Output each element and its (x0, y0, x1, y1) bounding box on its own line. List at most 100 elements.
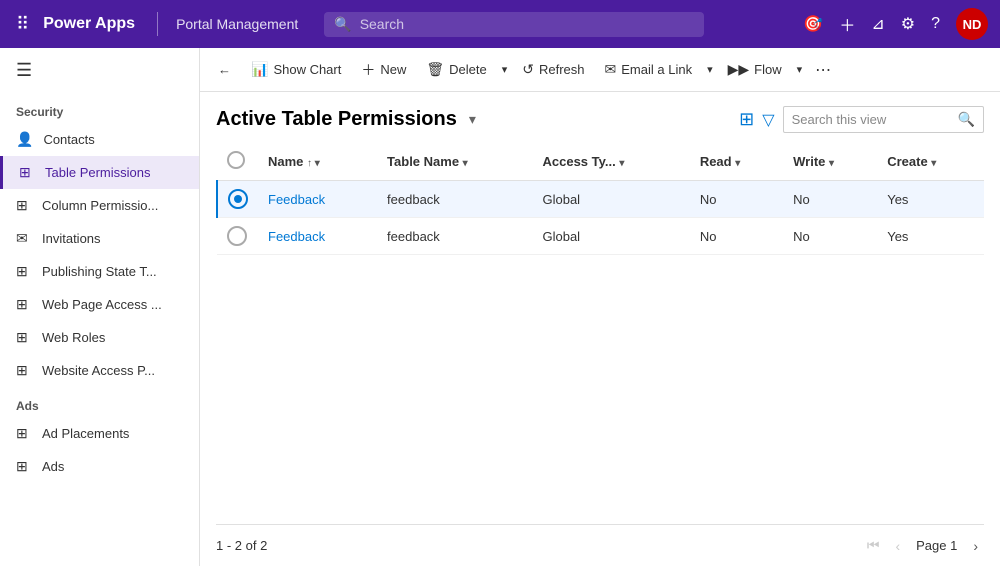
row-create-0: Yes (877, 181, 984, 218)
filter-icon[interactable]: ▽ (762, 110, 774, 130)
toolbar: ← 📊 Show Chart ＋ New 🗑 Delete ▾ ↺ Refres… (200, 48, 1000, 92)
permissions-table: Name ↑ ▾ Table Name ▾ Access Ty... ▾ Rea… (216, 143, 984, 255)
table-body: FeedbackfeedbackGlobalNoNoYesFeedbackfee… (217, 181, 984, 255)
prev-page-btn[interactable]: ‹ (889, 534, 906, 558)
table-row[interactable]: FeedbackfeedbackGlobalNoNoYes (217, 218, 984, 255)
global-search: 🔍 (324, 12, 704, 37)
table-wrapper: Name ↑ ▾ Table Name ▾ Access Ty... ▾ Rea… (216, 143, 984, 524)
table-header-row: Name ↑ ▾ Table Name ▾ Access Ty... ▾ Rea… (217, 143, 984, 181)
view-columns-icon[interactable]: ⊞ (739, 109, 754, 130)
show-chart-button[interactable]: 📊 Show Chart (241, 55, 351, 84)
top-nav: ⠿ Power Apps Portal Management 🔍 🎯 ＋ ⊿ ⚙… (0, 0, 1000, 48)
refresh-button[interactable]: ↺ Refresh (512, 55, 594, 84)
next-page-btn[interactable]: › (967, 534, 984, 558)
title-chevron-icon[interactable]: ▾ (469, 111, 476, 128)
sidebar-item-label-publishing-state: Publishing State T... (42, 264, 157, 279)
table-row[interactable]: FeedbackfeedbackGlobalNoNoYes (217, 181, 984, 218)
sidebar-item-label-contacts: Contacts (43, 132, 94, 147)
content-header: Active Table Permissions ▾ ⊞ ▽ 🔍 (216, 92, 984, 143)
row-access-type-1: Global (532, 218, 689, 255)
ads-icon: ⊞ (16, 458, 32, 475)
chart-icon: 📊 (251, 61, 268, 78)
row-radio-1[interactable] (227, 226, 247, 246)
sidebar-item-web-roles[interactable]: ⊞Web Roles (0, 321, 199, 354)
header-select-all[interactable] (227, 151, 245, 169)
row-name-0: Feedback (258, 181, 377, 218)
page-title: Active Table Permissions (216, 108, 457, 131)
view-search-icon[interactable]: 🔍 (958, 111, 975, 128)
table-permissions-icon: ⊞ (19, 164, 35, 181)
global-search-input[interactable] (360, 16, 695, 32)
new-button[interactable]: ＋ New (351, 54, 416, 86)
avatar[interactable]: ND (956, 8, 988, 40)
pagination-nav: ⏮ ‹ Page 1 › (861, 533, 984, 558)
sidebar-item-label-table-permissions: Table Permissions (45, 165, 151, 180)
delete-dropdown[interactable]: ▾ (497, 57, 513, 82)
app-logo: Power Apps (43, 15, 135, 33)
add-icon[interactable]: ＋ (839, 12, 855, 36)
hamburger-icon[interactable]: ☰ (0, 48, 199, 93)
sidebar-item-column-permissions[interactable]: ⊞Column Permissio... (0, 189, 199, 222)
web-page-access-icon: ⊞ (16, 296, 32, 313)
goal-icon[interactable]: 🎯 (803, 14, 823, 34)
first-page-btn[interactable]: ⏮ (861, 533, 886, 558)
sidebar-item-website-access[interactable]: ⊞Website Access P... (0, 354, 199, 387)
delete-button[interactable]: 🗑 Delete (416, 55, 496, 84)
new-icon: ＋ (361, 60, 375, 80)
access-sort-icon[interactable]: ▾ (619, 158, 624, 169)
row-write-1: No (783, 218, 877, 255)
settings-icon[interactable]: ⚙ (901, 14, 915, 34)
flow-dropdown[interactable]: ▾ (792, 57, 808, 82)
waffle-icon[interactable]: ⠿ (12, 10, 33, 39)
back-button[interactable]: ← (208, 56, 241, 83)
sidebar-item-label-website-access: Website Access P... (42, 363, 155, 378)
table-name-sort-icon[interactable]: ▾ (463, 158, 468, 169)
name-sort-icon[interactable]: ↑ ▾ (307, 158, 320, 169)
write-sort-icon[interactable]: ▾ (829, 158, 834, 169)
row-radio-0[interactable] (228, 189, 248, 209)
sidebar-item-table-permissions[interactable]: ⊞ Table Permissions (0, 156, 199, 189)
col-table-name: Table Name ▾ (377, 143, 532, 181)
back-icon: ← (218, 62, 231, 77)
row-radio-cell-1 (217, 218, 258, 255)
sidebar-item-label-web-roles: Web Roles (42, 330, 105, 345)
nav-divider (157, 12, 158, 36)
header-actions: ⊞ ▽ 🔍 (739, 106, 984, 133)
sidebar-item-invitations[interactable]: ✉Invitations (0, 222, 199, 255)
email-dropdown[interactable]: ▾ (702, 57, 718, 82)
row-table-name-0: feedback (377, 181, 532, 218)
search-this-view-input[interactable] (792, 112, 952, 127)
col-access-type: Access Ty... ▾ (532, 143, 689, 181)
create-sort-icon[interactable]: ▾ (931, 158, 936, 169)
sidebar: ☰ Security👤Contacts⊞Table Permissions⊞Co… (0, 48, 200, 566)
row-access-type-0: Global (532, 181, 689, 218)
row-name-link-1[interactable]: Feedback (268, 229, 325, 244)
page-label: Page 1 (910, 538, 963, 553)
row-write-0: No (783, 181, 877, 218)
row-read-1: No (690, 218, 783, 255)
row-create-1: Yes (877, 218, 984, 255)
sidebar-item-web-page-access[interactable]: ⊞Web Page Access ... (0, 288, 199, 321)
sidebar-item-ads[interactable]: ⊞Ads (0, 450, 199, 483)
help-icon[interactable]: ? (931, 15, 940, 33)
column-permissions-icon: ⊞ (16, 197, 32, 214)
table-head: Name ↑ ▾ Table Name ▾ Access Ty... ▾ Rea… (217, 143, 984, 181)
refresh-label: Refresh (539, 62, 585, 77)
row-radio-cell-0 (217, 181, 258, 218)
sidebar-item-label-invitations: Invitations (42, 231, 101, 246)
row-name-link-0[interactable]: Feedback (268, 192, 325, 207)
filter-nav-icon[interactable]: ⊿ (871, 14, 884, 34)
email-link-button[interactable]: ✉ Email a Link (595, 55, 703, 84)
col-read: Read ▾ (690, 143, 783, 181)
sidebar-section-ads: Ads (0, 387, 199, 417)
sidebar-item-contacts[interactable]: 👤Contacts (0, 123, 199, 156)
ad-placements-icon: ⊞ (16, 425, 32, 442)
row-read-0: No (690, 181, 783, 218)
sidebar-item-publishing-state[interactable]: ⊞Publishing State T... (0, 255, 199, 288)
flow-button[interactable]: ▶▶ Flow (718, 55, 792, 84)
more-button[interactable]: ⋯ (807, 54, 839, 86)
row-name-1: Feedback (258, 218, 377, 255)
sidebar-item-ad-placements[interactable]: ⊞Ad Placements (0, 417, 199, 450)
flow-label: Flow (754, 62, 781, 77)
read-sort-icon[interactable]: ▾ (735, 158, 740, 169)
